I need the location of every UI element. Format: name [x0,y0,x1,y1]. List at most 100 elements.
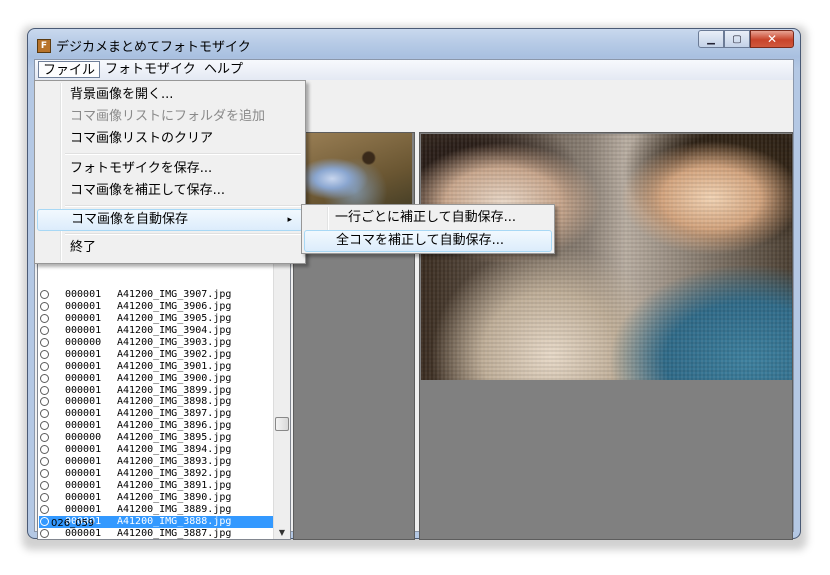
list-item[interactable]: 000001 A41200_IMG_3896.jpg [39,420,273,432]
radio-icon[interactable] [40,433,49,443]
radio-icon[interactable] [40,373,49,383]
submenu-arrow-icon: ▸ [287,215,292,225]
list-item-count: 000001 [65,348,102,360]
submenu-auto-save-all[interactable]: 全コマを補正して自動保存... [304,230,552,252]
menubar: ファイル フォトモザイク ヘルプ [35,60,793,81]
menu-exit[interactable]: 終了 [37,237,303,259]
radio-icon[interactable] [40,492,49,502]
close-button[interactable]: ✕ [750,30,794,48]
list-item-filename: A41200_IMG_3891.jpg [117,480,232,491]
list-item[interactable]: 000000 A41200_IMG_3895.jpg [39,432,273,444]
list-item-filename: A41200_IMG_3899.jpg [117,384,232,396]
list-item-count: 000001 [65,372,102,384]
radio-icon[interactable] [40,313,49,323]
menu-save-mosaic[interactable]: フォトモザイクを保存... [37,158,303,180]
list-item[interactable]: 000001 A41200_IMG_3898.jpg [39,396,273,408]
menu-separator [65,233,301,235]
menu-add-folder: コマ画像リストにフォルダを追加 [70,109,266,124]
radio-icon[interactable] [40,337,49,347]
radio-icon[interactable] [40,409,49,419]
list-item[interactable]: 000001 A41200_IMG_3894.jpg [39,444,273,456]
menu-separator [65,153,301,155]
list-item-filename: A41200_IMG_3906.jpg [117,300,232,312]
menu-help[interactable]: ヘルプ [200,61,247,78]
file-menu-dropdown: 背景画像を開く... コマ画像リストにフォルダを追加 コマ画像リストのクリア フ… [34,80,306,264]
menu-file[interactable]: ファイル [38,61,101,78]
list-item-filename: A41200_IMG_3903.jpg [117,336,232,348]
list-item-filename: A41200_IMG_3902.jpg [117,348,232,360]
menu-photomosaic[interactable]: フォトモザイク [101,61,200,78]
radio-icon[interactable] [40,445,49,455]
mosaic-preview-panel [419,132,793,540]
auto-save-submenu: 一行ごとに補正して自動保存... 全コマを補正して自動保存... [301,204,555,254]
list-item[interactable]: 000001 A41200_IMG_3891.jpg [39,480,273,492]
list-item-count: 000001 [65,312,102,324]
minimize-button[interactable]: ▁ [698,30,724,48]
list-item[interactable]: 000001 A41200_IMG_3900.jpg [39,373,273,385]
maximize-button[interactable]: ▢ [724,30,750,48]
list-item-count: 000001 [65,480,102,491]
menu-open-background[interactable]: 背景画像を開く... [37,84,303,106]
list-item[interactable]: 000001 A41200_IMG_3907.jpg [39,289,273,301]
tile-preview-panel [293,132,415,540]
menu-save-corrected-tiles[interactable]: コマ画像を補正して保存... [37,180,303,202]
radio-icon[interactable] [40,397,49,407]
list-item-count: 000001 [65,456,102,468]
list-item[interactable]: 000001 A41200_IMG_3892.jpg [39,468,273,480]
list-item[interactable]: 000001 A41200_IMG_3890.jpg [39,492,273,504]
radio-icon[interactable] [40,290,49,299]
list-item-filename: A41200_IMG_3900.jpg [117,372,232,384]
image-list-rows: 000001 A41200_IMG_3907.jpg 000001 A41200_IM… [39,289,273,539]
radio-icon[interactable] [40,481,49,490]
list-item[interactable]: 000001 A41200_IMG_3897.jpg [39,408,273,420]
list-item[interactable]: 000000 A41200_IMG_3903.jpg [39,337,273,349]
list-item-filename: A41200_IMG_3905.jpg [117,312,232,324]
radio-icon[interactable] [40,469,49,479]
list-item[interactable]: 000001 A41200_IMG_3901.jpg [39,361,273,373]
close-icon: ✕ [766,32,778,46]
radio-icon[interactable] [40,361,49,371]
list-item-filename: A41200_IMG_3901.jpg [117,360,232,372]
radio-icon[interactable] [40,421,49,431]
radio-icon[interactable] [40,457,49,467]
list-item-count: 000001 [65,468,102,480]
list-item[interactable]: 000001 A41200_IMG_3899.jpg [39,385,273,397]
radio-icon[interactable] [40,301,49,311]
radio-icon[interactable] [40,349,49,359]
app-icon[interactable]: F [37,39,51,53]
menu-auto-save-tiles[interactable]: コマ画像を自動保存 ▸ [37,209,303,231]
list-item-count: 000001 [65,503,102,515]
list-item[interactable]: 000001 A41200_IMG_3905.jpg [39,313,273,325]
list-item-count: 000001 [65,360,102,372]
list-item-filename: A41200_IMG_3897.jpg [117,408,232,420]
status-text: 026_059 [51,518,95,529]
radio-icon[interactable] [40,504,49,514]
list-item-count: 000001 [65,491,102,503]
list-item-count: 000001 [65,384,102,396]
list-item-filename: A41200_IMG_3889.jpg [117,503,232,515]
list-item[interactable]: 000001 A41200_IMG_3904.jpg [39,325,273,337]
list-item-filename: A41200_IMG_3904.jpg [117,324,232,336]
list-item-count: 000001 [65,396,102,408]
list-item-count: 000001 [65,444,102,456]
list-item[interactable]: 000001 A41200_IMG_3902.jpg [39,349,273,361]
statusbar: 026_059 [35,517,793,531]
photomosaic-image [421,134,792,380]
maximize-icon: ▢ [732,33,742,45]
minimize-icon: ▁ [707,33,715,45]
menu-separator [65,205,301,207]
radio-icon[interactable] [40,325,49,335]
radio-icon[interactable] [40,385,49,395]
list-item-count: 000001 [65,289,102,300]
list-item-filename: A41200_IMG_3892.jpg [117,468,232,480]
menu-auto-save-label: コマ画像を自動保存 [71,212,189,227]
menu-clear-list[interactable]: コマ画像リストのクリア [37,128,303,150]
list-item-count: 000001 [65,408,102,420]
list-item-filename: A41200_IMG_3896.jpg [117,420,232,432]
list-item[interactable]: 000001 A41200_IMG_3889.jpg [39,504,273,516]
scrollbar-thumb[interactable] [275,417,289,431]
submenu-auto-save-per-row[interactable]: 一行ごとに補正して自動保存... [304,207,552,229]
list-item[interactable]: 000001 A41200_IMG_3906.jpg [39,301,273,313]
list-item[interactable]: 000001 A41200_IMG_3893.jpg [39,456,273,468]
list-item-filename: A41200_IMG_3893.jpg [117,456,232,468]
